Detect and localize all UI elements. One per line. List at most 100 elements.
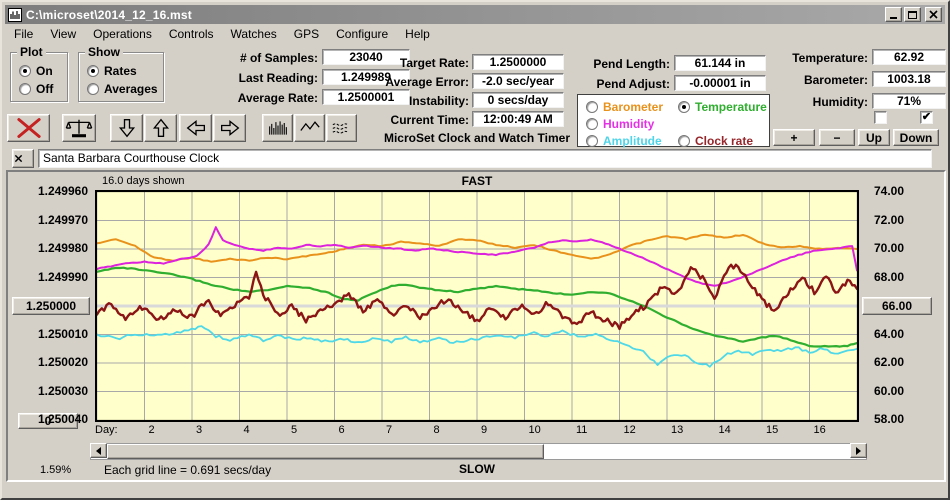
show-rates-option[interactable]: Rates [87, 64, 137, 78]
scrollbar-thumb[interactable] [107, 444, 544, 459]
current-time-value[interactable]: 12:00:49 AM [472, 111, 564, 127]
menu-item-gps[interactable]: GPS [292, 26, 321, 42]
show-averages-radio[interactable] [87, 83, 99, 95]
day-tick: 9 [481, 424, 488, 436]
balance-button[interactable] [62, 114, 96, 142]
series-radio-temperature[interactable] [678, 101, 690, 113]
days-shown-note: 16.0 days shown [102, 175, 185, 187]
series-option-humidity[interactable]: Humidity [586, 117, 654, 131]
scroll-right-button[interactable] [850, 443, 867, 458]
day-tick: 4 [243, 424, 250, 436]
minimize-button[interactable] [885, 7, 902, 22]
show-rates-radio[interactable] [87, 65, 99, 77]
series-option-amplitude[interactable]: Amplitude [586, 134, 662, 148]
menu-item-controls[interactable]: Controls [167, 26, 216, 42]
app-icon [8, 7, 22, 22]
title-bar[interactable]: C:\microset\2014_12_16.mst [5, 5, 945, 24]
show-rates-label: Rates [104, 64, 137, 78]
show-group-title: Show [85, 45, 123, 59]
day-tick: 14 [718, 424, 731, 436]
histogram-icon [267, 118, 289, 138]
current-time-label: Current Time: [390, 113, 469, 127]
series-option-clock-rate[interactable]: Clock rate [678, 134, 753, 148]
down-button[interactable]: Down [893, 129, 939, 146]
plot-off-radio[interactable] [19, 83, 31, 95]
arrow-left-button[interactable] [179, 114, 212, 142]
menu-item-configure[interactable]: Configure [334, 26, 390, 42]
left-checkbox[interactable] [874, 111, 887, 124]
up-button[interactable]: Up [858, 129, 890, 146]
series-radio-barometer[interactable] [586, 101, 598, 113]
right-axis-center-button[interactable]: 66.00 [862, 297, 932, 315]
right-axis-label: 74.00 [874, 184, 905, 198]
arrow-up-button[interactable] [144, 114, 177, 142]
menu-item-help[interactable]: Help [403, 26, 432, 42]
series-radio-clock-rate[interactable] [678, 135, 690, 147]
histogram-button[interactable] [262, 114, 293, 142]
window-title: C:\microset\2014_12_16.mst [26, 7, 192, 22]
rate-chart [95, 190, 859, 422]
series-option-label: Humidity [603, 117, 655, 131]
delete-x-icon [12, 117, 46, 139]
right-axis-label: 60.00 [874, 383, 905, 398]
plot-off-option[interactable]: Off [19, 82, 53, 96]
plus-button[interactable]: + [773, 129, 815, 146]
average-error-label: Average Error: [385, 75, 469, 89]
day-tick: 8 [433, 424, 440, 436]
series-option-barometer[interactable]: Barometer [586, 100, 663, 114]
right-axis-label: 72.00 [874, 212, 905, 227]
scroll-left-button[interactable] [90, 443, 107, 458]
zigzag-line-button[interactable] [294, 114, 325, 142]
instability-value[interactable]: 0 secs/day [472, 92, 564, 108]
right-axis-label: 70.00 [874, 241, 905, 255]
plot-groupbox: Plot On Off [10, 45, 68, 102]
plot-on-option[interactable]: On [19, 64, 53, 78]
humidity-value[interactable]: 71% [872, 93, 946, 109]
temperature-value[interactable]: 62.92 [872, 49, 946, 65]
menu-item-file[interactable]: File [12, 26, 35, 42]
menu-item-view[interactable]: View [48, 26, 78, 42]
close-button[interactable] [925, 7, 942, 22]
minus-button[interactable]: − [819, 129, 855, 146]
plot-group-title: Plot [17, 45, 46, 59]
waves-icon [331, 118, 353, 138]
menu-item-operations[interactable]: Operations [91, 26, 154, 42]
series-selector-box: Barometer Humidity Amplitude Temperature Clo… [577, 94, 770, 148]
show-averages-option[interactable]: Averages [87, 82, 158, 96]
slow-label: SLOW [459, 462, 495, 476]
series-radio-amplitude[interactable] [586, 135, 598, 147]
barometer-label: Barometer: [803, 73, 868, 87]
plot-on-radio[interactable] [19, 65, 31, 77]
day-tick: 3 [196, 424, 203, 436]
arrow-right-button[interactable] [213, 114, 246, 142]
app-title: MicroSet Clock and Watch Timer [383, 131, 571, 145]
maximize-button[interactable] [904, 7, 921, 22]
clock-name-input[interactable]: Santa Barbara Courthouse Clock [38, 149, 932, 168]
left-axis-label: 1.249980 [37, 241, 88, 255]
chart-scrollbar[interactable] [90, 443, 867, 460]
day-tick: 15 [766, 424, 779, 436]
clear-name-button[interactable] [12, 149, 34, 168]
left-triangle-icon [92, 446, 101, 455]
arrow-left-icon [185, 118, 207, 138]
delete-x-button[interactable] [7, 114, 50, 142]
samples-label: # of Samples: [239, 51, 318, 65]
left-axis-center-button[interactable]: 1.250000 [12, 297, 90, 315]
barometer-value[interactable]: 1003.18 [872, 71, 946, 87]
pend-length-label: Pend Length: [593, 57, 670, 71]
series-option-label: Amplitude [603, 134, 662, 148]
left-axis-label: 1.250010 [37, 326, 88, 341]
fast-label: FAST [461, 174, 493, 188]
series-radio-humidity[interactable] [586, 118, 598, 130]
left-axis-label: 1.249990 [37, 269, 88, 284]
waves-button[interactable] [326, 114, 357, 142]
percent-label: 1.59% [40, 464, 72, 476]
plot-on-label: On [36, 64, 53, 78]
right-checkbox[interactable]: ✔ [920, 111, 933, 124]
day-axis-label: Day: [95, 424, 118, 436]
last-reading-label: Last Reading: [238, 71, 318, 85]
arrow-down-button[interactable] [110, 114, 143, 142]
day-tick: 5 [291, 424, 298, 436]
app-window: C:\microset\2014_12_16.mst File View Opera… [0, 0, 950, 500]
menu-item-watches[interactable]: Watches [229, 26, 279, 42]
